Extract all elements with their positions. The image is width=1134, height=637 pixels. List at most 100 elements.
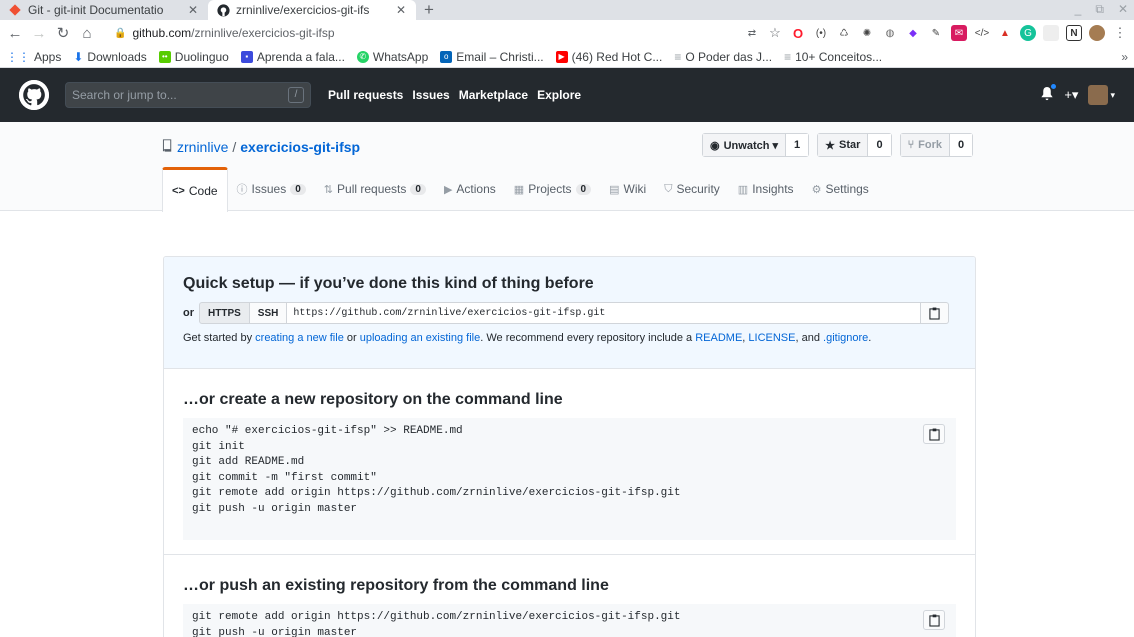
watch-count[interactable]: 1: [786, 134, 809, 156]
code-text: echo "# exercicios-git-ifsp" >> README.m…: [192, 425, 681, 515]
extension-icon[interactable]: ◍: [882, 25, 898, 41]
hint-text: . We recommend every repository include …: [480, 332, 696, 344]
profile-avatar-icon[interactable]: [1089, 25, 1105, 41]
star-button[interactable]: ★ Star 0: [817, 133, 892, 157]
tab-insights[interactable]: ▥ Insights: [729, 167, 803, 211]
setup-hint: Get started by creating a new file or up…: [183, 332, 956, 344]
close-tab-icon[interactable]: ✕: [186, 3, 200, 17]
home-icon[interactable]: ⌂: [78, 25, 96, 42]
quick-setup-title: Quick setup — if you’ve done this kind o…: [183, 275, 594, 292]
grammarly-icon[interactable]: G: [1020, 25, 1036, 41]
back-arrow-icon[interactable]: ←: [6, 25, 24, 42]
bookmark-label: O Poder das J...: [685, 49, 773, 64]
nav-explore[interactable]: Explore: [537, 88, 581, 102]
browser-tab-github[interactable]: zrninlive/exercicios-git-ifs ✕: [208, 0, 416, 20]
close-window-icon[interactable]: ✕: [1118, 2, 1128, 17]
fork-count[interactable]: 0: [950, 134, 973, 156]
browser-toolbar: ← → ↻ ⌂ 🔒 github.com/zrninlive/exercicio…: [0, 20, 1134, 46]
extension-icon[interactable]: ✺: [859, 25, 875, 41]
extension-icon[interactable]: ✉: [951, 25, 967, 41]
create-new-file-link[interactable]: creating a new file: [255, 332, 344, 344]
create-new-repo-section: …or create a new repository on the comma…: [164, 369, 975, 555]
new-tab-button[interactable]: +: [416, 0, 442, 20]
empty-repo-setup: Quick setup — if you’ve done this kind o…: [163, 256, 976, 637]
bookmark-aprenda[interactable]: ▪ Aprenda a fala...: [240, 50, 345, 64]
tab-counter: 0: [575, 183, 592, 195]
close-tab-icon[interactable]: ✕: [394, 3, 408, 17]
copy-clone-url-button[interactable]: [921, 302, 950, 324]
tab-wiki[interactable]: ▤ Wiki: [600, 167, 655, 211]
repo-name-link[interactable]: exercicios-git-ifsp: [240, 139, 360, 155]
bookmark-duolingo[interactable]: •• Duolinguo: [158, 50, 229, 64]
extension-icon[interactable]: [1043, 25, 1059, 41]
tab-settings[interactable]: ⚙ Settings: [803, 167, 878, 211]
github-favicon-icon: [216, 3, 230, 17]
star-count[interactable]: 0: [868, 134, 891, 156]
restore-icon[interactable]: ⧉: [1095, 2, 1104, 17]
gitignore-link[interactable]: .gitignore: [823, 332, 868, 344]
tab-actions[interactable]: ▶ Actions: [435, 167, 505, 211]
https-toggle-button[interactable]: HTTPS: [199, 302, 250, 324]
nav-pull-requests[interactable]: Pull requests: [328, 88, 403, 102]
fork-button[interactable]: ⑂ Fork 0: [899, 133, 974, 157]
opera-extension-icon[interactable]: O: [790, 25, 806, 41]
license-link[interactable]: LICENSE: [748, 332, 795, 344]
clipboard-icon: [928, 614, 940, 627]
tab-projects[interactable]: ▦ Projects 0: [505, 167, 600, 211]
star-label: Star: [839, 139, 861, 151]
search-shortcut-badge: /: [288, 87, 304, 103]
github-search-input[interactable]: Search or jump to... /: [65, 82, 311, 108]
repo-separator: /: [232, 139, 237, 155]
repo-owner-link[interactable]: zrninlive: [177, 139, 228, 155]
ssh-toggle-button[interactable]: SSH: [249, 302, 288, 324]
extension-icon[interactable]: (•): [813, 25, 829, 41]
readme-link[interactable]: README: [695, 332, 742, 344]
user-menu[interactable]: ▾: [1088, 85, 1115, 105]
reload-icon[interactable]: ↻: [54, 24, 72, 42]
bookmark-youtube[interactable]: ▶ (46) Red Hot C...: [555, 49, 663, 64]
extension-icon[interactable]: ✎: [928, 25, 944, 41]
github-header: Search or jump to... / Pull requests Iss…: [0, 68, 1134, 122]
menu-kebab-icon[interactable]: ⋮: [1112, 25, 1128, 41]
upload-file-link[interactable]: uploading an existing file: [360, 332, 480, 344]
bookmark-poder[interactable]: ≡ O Poder das J...: [674, 50, 772, 64]
extension-icon[interactable]: ▲: [997, 25, 1013, 41]
tab-code[interactable]: <> Code: [162, 167, 228, 212]
bookmark-label: (46) Red Hot C...: [571, 49, 663, 64]
notifications-bell-icon[interactable]: [1040, 83, 1058, 104]
extension-icon[interactable]: ◆: [905, 25, 921, 41]
bookmark-downloads[interactable]: ⬇ Downloads: [73, 50, 146, 64]
translate-icon[interactable]: ⇄: [744, 25, 760, 41]
extension-icon[interactable]: ♺: [836, 25, 852, 41]
bookmark-whatsapp[interactable]: ✆ WhatsApp: [356, 50, 428, 64]
pull-request-icon: ⇅: [323, 183, 334, 196]
browser-tab-git-docs[interactable]: Git - git-init Documentatio ✕: [0, 0, 208, 20]
bookmark-star-icon[interactable]: ☆: [767, 25, 783, 41]
code-icon: <>: [172, 185, 185, 197]
git-favicon-icon: [8, 3, 22, 17]
browser-tabstrip: Git - git-init Documentatio ✕ zrninlive/…: [0, 0, 1134, 20]
watch-button[interactable]: ◉ Unwatch ▾ 1: [702, 133, 810, 157]
tab-issues[interactable]: ⓘ Issues 0: [228, 167, 315, 211]
forward-arrow-icon[interactable]: →: [30, 25, 48, 42]
bookmark-email[interactable]: o Email – Christi...: [440, 50, 544, 64]
github-logo-icon[interactable]: [19, 80, 49, 110]
create-new-plus-icon[interactable]: +▾: [1064, 87, 1078, 103]
apps-grid-icon: ⋮⋮: [6, 49, 30, 64]
bookmark-apps[interactable]: ⋮⋮ Apps: [6, 50, 61, 64]
notion-icon[interactable]: N: [1066, 25, 1082, 41]
tab-security[interactable]: ⛉ Security: [655, 167, 729, 211]
extension-icon[interactable]: </>: [974, 25, 990, 41]
bookmarks-overflow-icon[interactable]: »: [1121, 50, 1128, 64]
bookmark-conceitos[interactable]: ≡ 10+ Conceitos...: [784, 50, 882, 64]
nav-marketplace[interactable]: Marketplace: [459, 88, 528, 102]
tab-counter: 0: [290, 183, 306, 195]
tab-pull-requests[interactable]: ⇅ Pull requests 0: [315, 167, 435, 211]
copy-commands-button[interactable]: [923, 424, 945, 444]
minimize-icon[interactable]: _: [1075, 2, 1082, 17]
bookmark-label: Downloads: [87, 49, 147, 64]
copy-commands-button[interactable]: [923, 610, 945, 630]
nav-issues[interactable]: Issues: [412, 88, 449, 102]
address-bar[interactable]: 🔒 github.com/zrninlive/exercicios-git-if…: [106, 23, 626, 43]
clone-url-input[interactable]: https://github.com/zrninlive/exercicios-…: [287, 302, 922, 324]
